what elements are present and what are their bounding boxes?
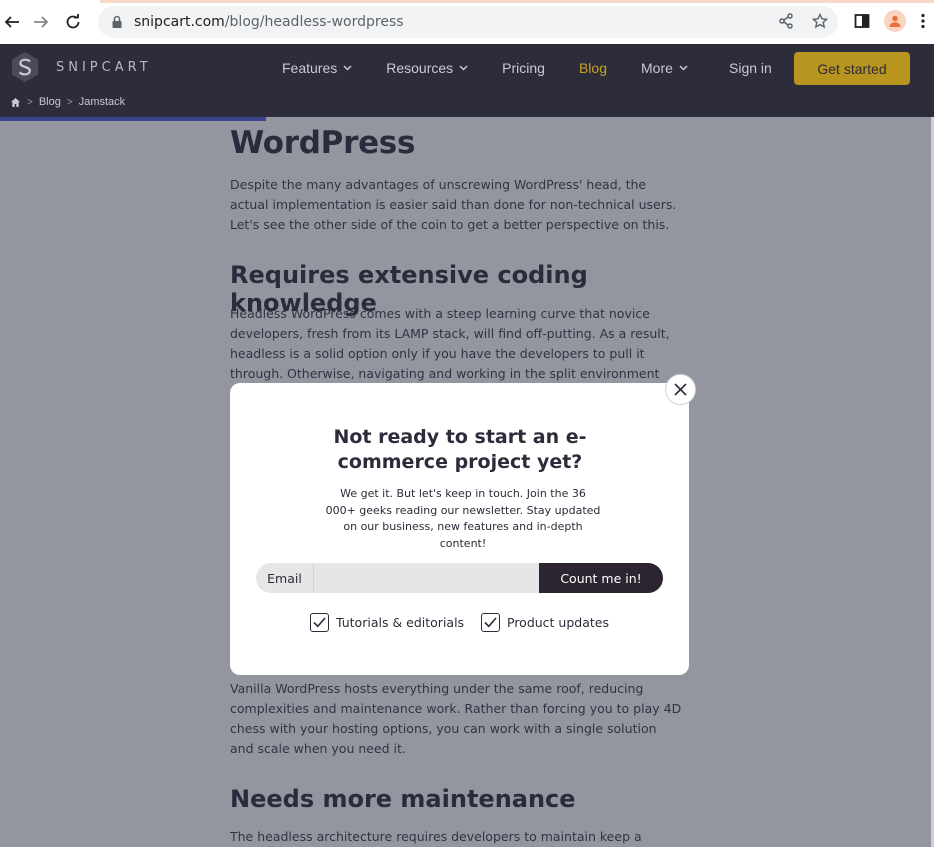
browser-chrome: snipcart.com/blog/headless-wordpress (0, 0, 934, 44)
checkmark-icon (484, 617, 497, 628)
menu-item-resources[interactable]: Resources (386, 60, 468, 76)
checkbox[interactable] (481, 613, 500, 632)
lock-icon (112, 15, 122, 28)
modal-title: Not ready to start an e-commerce project… (333, 426, 587, 473)
breadcrumb: > Blog > Jamstack (10, 96, 125, 108)
menu-item-label: Pricing (502, 60, 545, 76)
checkbox[interactable] (310, 613, 329, 632)
home-icon[interactable] (10, 97, 21, 108)
checkbox-product-updates[interactable]: Product updates (481, 613, 609, 632)
menu-item-label: Features (282, 60, 338, 76)
address-bar[interactable]: snipcart.com/blog/headless-wordpress (98, 6, 838, 38)
chevron-right-icon: > (27, 96, 33, 108)
get-started-button[interactable]: Get started (794, 52, 910, 85)
bookmark-star-icon[interactable] (812, 13, 828, 29)
chevron-down-icon (459, 65, 468, 71)
back-button[interactable] (0, 10, 24, 34)
arrow-left-icon (4, 16, 19, 28)
url-text: snipcart.com/blog/headless-wordpress (134, 14, 404, 30)
menu-item-more[interactable]: More (641, 60, 688, 76)
site-header: SNIPCART Features Resources Pricing Blog… (0, 44, 934, 117)
chevron-right-icon: > (66, 96, 73, 108)
chevron-down-icon (679, 65, 688, 71)
forward-button[interactable] (29, 10, 53, 34)
logo-text: SNIPCART (56, 59, 152, 75)
reload-button[interactable] (61, 10, 85, 34)
arrow-right-icon (34, 16, 49, 28)
newsletter-form: Email Count me in! (256, 563, 663, 593)
share-icon[interactable] (778, 13, 794, 29)
menu-item-label: Blog (578, 60, 607, 76)
email-input[interactable] (314, 563, 539, 593)
count-me-in-button[interactable]: Count me in! (539, 563, 663, 593)
menu-item-features[interactable]: Features (282, 60, 352, 76)
menu-item-blog[interactable]: Blog (579, 60, 607, 76)
snipcart-logo-icon (12, 52, 38, 82)
profile-avatar[interactable] (884, 10, 906, 32)
reload-icon (66, 14, 80, 29)
person-icon (889, 15, 901, 27)
checkbox-label: Product updates (507, 615, 609, 630)
breadcrumb-jamstack[interactable]: Jamstack (79, 96, 125, 108)
checkmark-icon (313, 617, 326, 628)
menu-item-label: Resources (386, 60, 454, 76)
email-label: Email (256, 563, 314, 593)
checkbox-tutorials[interactable]: Tutorials & editorials (310, 613, 464, 632)
url-path: /blog/headless-wordpress (224, 14, 404, 30)
side-panel-icon[interactable] (854, 13, 870, 29)
modal-description: We get it. But let's keep in touch. Join… (325, 487, 601, 550)
sign-in-link[interactable]: Sign in (729, 60, 772, 76)
tab-strip-edge (100, 0, 934, 3)
main-menu: Features Resources Pricing Blog More (282, 60, 722, 76)
menu-item-pricing[interactable]: Pricing (502, 60, 545, 76)
menu-item-label: More (641, 60, 673, 76)
checkbox-label: Tutorials & editorials (336, 615, 465, 630)
close-icon (674, 383, 687, 396)
modal-close-button[interactable] (665, 374, 696, 405)
snipcart-logo[interactable]: SNIPCART (8, 50, 152, 84)
url-domain: snipcart.com (134, 14, 225, 30)
chevron-down-icon (343, 65, 352, 71)
kebab-menu-icon[interactable] (920, 13, 926, 29)
breadcrumb-blog[interactable]: Blog (39, 96, 61, 108)
